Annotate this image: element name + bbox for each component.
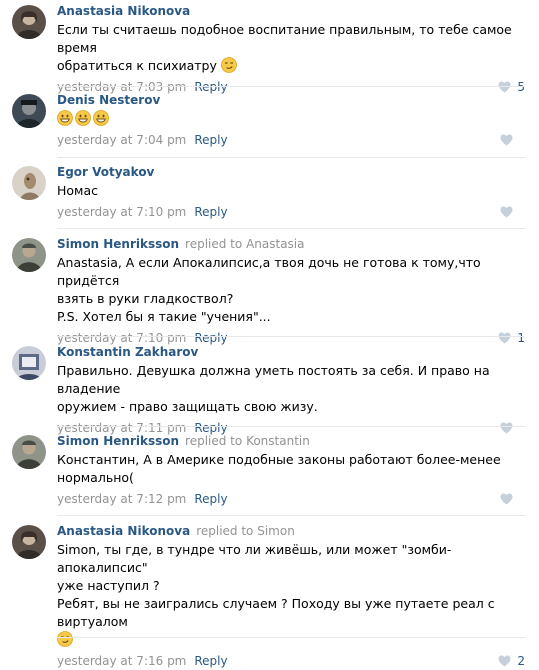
author-name[interactable]: Anastasia Nikonova [57,524,190,538]
heart-icon [500,493,513,505]
divider [57,426,525,427]
author-name[interactable]: Simon Henriksson [57,434,179,448]
like-button[interactable] [500,203,525,221]
divider [57,515,525,516]
avatar[interactable] [12,525,46,559]
avatar[interactable] [12,5,46,39]
grinning-face-emoji-icon [57,110,73,126]
author-name[interactable]: Egor Votyakov [57,165,154,179]
replied-to-label: replied to Konstantin [185,434,310,448]
like-button[interactable] [500,131,525,149]
divider [57,637,525,638]
replied-to-link[interactable]: Konstantin [246,434,310,448]
reply-button[interactable]: Reply [194,492,227,506]
author-name[interactable]: Konstantin Zakharov [57,345,198,359]
grinning-face-emoji-icon [93,110,109,126]
reply-button[interactable]: Reply [194,133,227,147]
replied-to-label: replied to Anastasia [185,237,305,251]
like-button[interactable] [500,490,525,508]
comment-text: Константин, А в Америке подобные законы … [57,452,501,485]
avatar[interactable] [12,238,46,272]
comment-text: Anastasia, А если Апокалипсис,а твоя доч… [57,255,481,324]
author-name[interactable]: Denis Nesterov [57,93,160,107]
comment-text: Номас [57,183,99,198]
author-name[interactable]: Simon Henriksson [57,237,179,251]
heart-icon [498,655,511,667]
divider [57,228,525,229]
replied-to-label: replied to Simon [196,524,295,538]
divider [57,157,525,158]
replied-to-link[interactable]: Anastasia [246,237,304,251]
comment-text: Правильно. Девушка должна уметь постоять… [57,363,490,414]
comment-text [57,110,525,128]
heart-icon [500,134,513,146]
author-name[interactable]: Anastasia Nikonova [57,4,190,18]
smirking-face-emoji-icon [220,57,237,73]
comment-time[interactable]: yesterday at 7:12 pm [57,492,186,506]
avatar[interactable] [12,94,46,128]
replied-to-link[interactable]: Simon [257,524,295,538]
heart-icon [500,206,513,218]
reply-button[interactable]: Reply [194,654,227,668]
grinning-face-emoji-icon [75,110,91,126]
comment-text: Simon, ты где, в тундре что ли живёшь, и… [57,541,525,649]
like-count: 2 [517,654,525,668]
divider [57,86,525,87]
avatar[interactable] [12,166,46,200]
divider [57,336,525,337]
avatar[interactable] [12,346,46,380]
comment-text: Если ты считаешь подобное воспитание пра… [57,22,512,73]
avatar[interactable] [12,435,46,469]
comment-time[interactable]: yesterday at 7:04 pm [57,133,186,147]
comment-time[interactable]: yesterday at 7:16 pm [57,654,186,668]
like-button[interactable]: 2 [498,652,525,670]
smirking-face-emoji-icon [57,631,73,647]
reply-button[interactable]: Reply [194,205,227,219]
comment-time[interactable]: yesterday at 7:10 pm [57,205,186,219]
